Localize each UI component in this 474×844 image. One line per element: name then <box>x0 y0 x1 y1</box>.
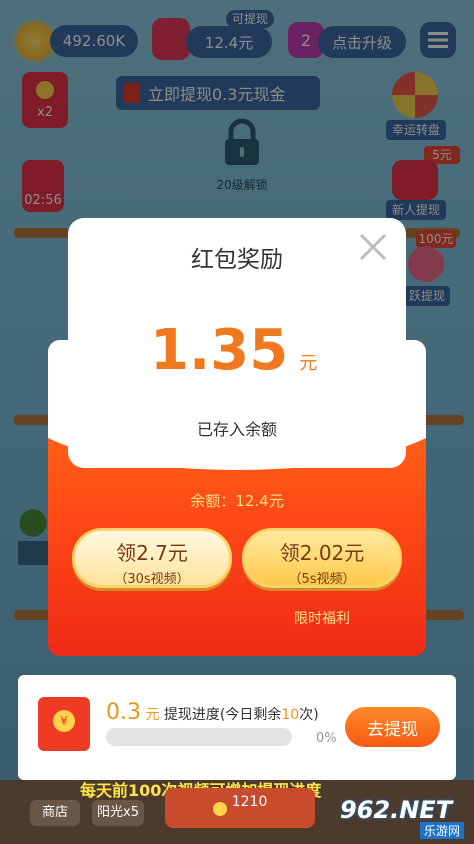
withdraw-progress-text: 0.3 元 提现进度(今日剩余10次) <box>106 700 319 725</box>
claim-5s-label: 领2.02元 <box>279 541 365 565</box>
reward-amount: 1.35 元 <box>150 318 330 383</box>
claim-30s-sub: （30s视频） <box>114 572 190 587</box>
progress-pre: 提现进度(今日剩余 <box>163 707 282 723</box>
claim-5s-sub: （5s视频） <box>288 572 356 587</box>
limited-label: 限时福利 <box>294 611 350 627</box>
shop-button[interactable]: 商店 <box>30 800 80 826</box>
watermark-brand: 962.NET <box>340 796 453 824</box>
stored-label: 已存入余额 <box>196 420 277 439</box>
reward-unit: 元 <box>299 353 318 374</box>
remaining-count: 10 <box>281 707 300 723</box>
progress-percent: 0% <box>316 731 337 746</box>
redpack-icon: ¥ <box>38 697 90 751</box>
close-button[interactable] <box>356 230 390 264</box>
go-withdraw-button[interactable]: 去提现 <box>345 707 440 747</box>
sunshine-button[interactable]: 阳光x5 <box>92 800 144 826</box>
go-withdraw-label: 去提现 <box>367 719 418 740</box>
watermark: 962.NET 乐游网 <box>340 796 470 840</box>
coin-icon <box>212 802 227 816</box>
progress-post: 次) <box>299 707 319 723</box>
claim-5s-button[interactable]: 领2.02元 （5s视频） <box>242 528 402 588</box>
balance-label: 余额：12.4元 <box>190 492 284 510</box>
withdraw-unit: 元 <box>145 707 160 723</box>
close-icon <box>359 233 387 261</box>
reward-value: 1.35 <box>150 318 289 383</box>
speed-up-button[interactable]: 1210 <box>165 788 315 828</box>
coin-icon: ¥ <box>53 710 75 732</box>
withdraw-progress-bar <box>106 728 292 746</box>
coin-value: 1210 <box>231 794 268 810</box>
withdraw-amount: 0.3 <box>106 700 141 725</box>
claim-30s-button[interactable]: 领2.7元 （30s视频） <box>72 528 232 588</box>
claim-30s-label: 领2.7元 <box>116 541 188 565</box>
watermark-sub: 乐游网 <box>419 822 464 839</box>
